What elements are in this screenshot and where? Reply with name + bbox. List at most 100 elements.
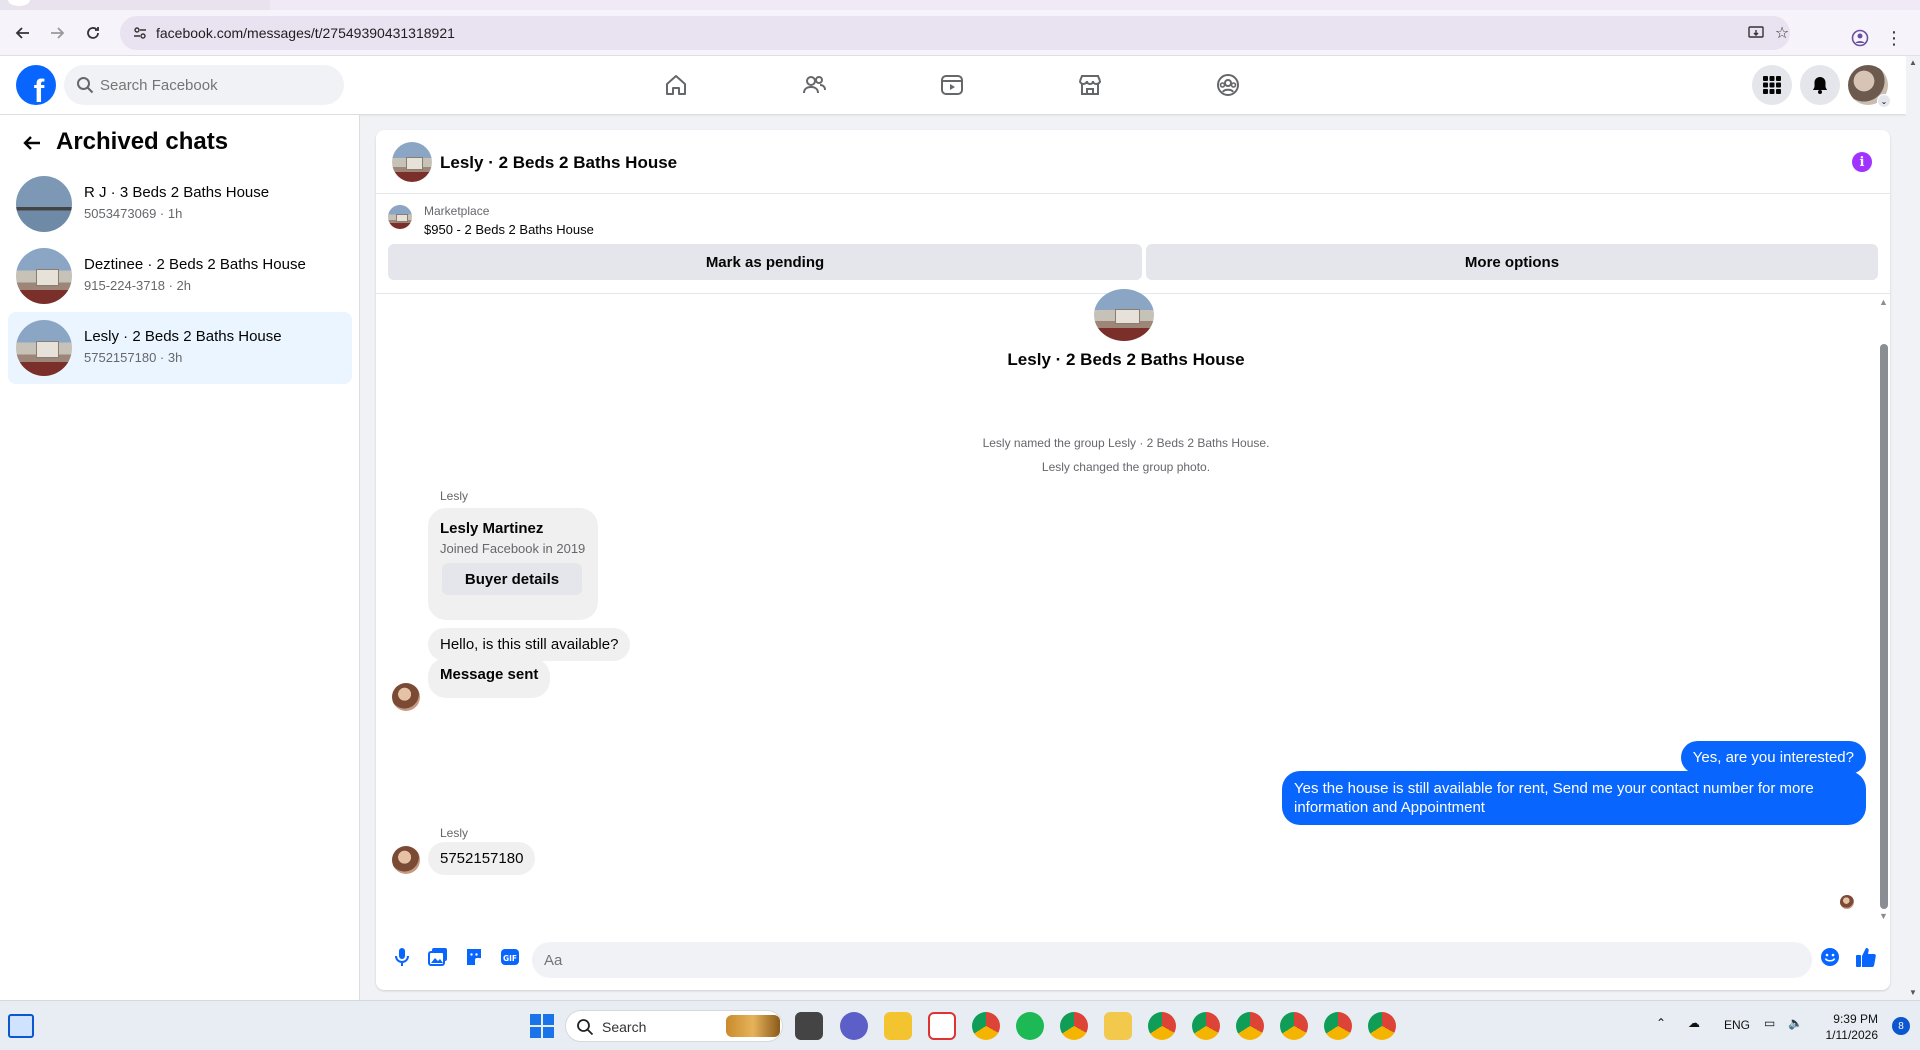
active-tab[interactable] bbox=[270, 0, 1920, 10]
language-indicator[interactable]: ENG bbox=[1724, 1018, 1750, 1032]
scroll-thumb[interactable] bbox=[1880, 344, 1888, 909]
browser-menu-icon[interactable]: ⋮ bbox=[1884, 28, 1904, 48]
chrome-profile-icon[interactable] bbox=[1148, 1012, 1176, 1040]
tray-chevron-up-icon[interactable]: ⌃ bbox=[1656, 1016, 1666, 1030]
facebook-logo-letter: f bbox=[33, 73, 45, 105]
tray-cloud-icon[interactable]: ☁ bbox=[1688, 1016, 1700, 1030]
microphone-icon[interactable] bbox=[390, 945, 414, 969]
chat-subtitle: 5752157180 · 3h bbox=[84, 350, 183, 365]
message-bubble-outgoing[interactable]: Yes the house is still available for ren… bbox=[1282, 771, 1866, 825]
reload-icon[interactable] bbox=[80, 20, 106, 46]
home-tab[interactable] bbox=[652, 66, 700, 104]
chrome-profile-icon[interactable] bbox=[1368, 1012, 1396, 1040]
facebook-search[interactable] bbox=[64, 65, 344, 105]
meet-chat-icon[interactable] bbox=[840, 1012, 868, 1040]
info-icon[interactable]: i bbox=[1852, 152, 1872, 172]
sender-label: Lesly bbox=[440, 489, 469, 503]
more-options-button[interactable]: More options bbox=[1146, 244, 1878, 280]
taskbar-search-label: Search bbox=[602, 1019, 647, 1035]
notification-badge[interactable]: 8 bbox=[1892, 1017, 1910, 1035]
video-tab[interactable] bbox=[928, 66, 976, 104]
page-scroll-up-icon[interactable]: ▲ bbox=[1909, 58, 1917, 67]
windows-taskbar: Search ⌃ ☁ ENG ▭ 🔈 9:39 PM 1/11/2026 8 bbox=[0, 1000, 1920, 1050]
search-input[interactable] bbox=[100, 65, 330, 105]
message-bubble-incoming[interactable]: 5752157180 bbox=[428, 842, 536, 875]
sticker-icon[interactable] bbox=[462, 945, 486, 969]
widgets-icon[interactable] bbox=[8, 1014, 34, 1038]
message-composer: GIF bbox=[376, 930, 1890, 990]
volume-icon[interactable]: 🔈 bbox=[1788, 1016, 1803, 1030]
clock-time: 9:39 PM bbox=[1833, 1012, 1878, 1026]
message-input[interactable] bbox=[544, 942, 1744, 978]
conversation-title[interactable]: Lesly · 2 Beds 2 Baths House bbox=[440, 153, 677, 173]
chat-avatar bbox=[16, 320, 72, 376]
chrome-profile-icon[interactable] bbox=[1324, 1012, 1352, 1040]
chat-subtitle: 5053473069 · 1h bbox=[84, 206, 183, 221]
profile-icon[interactable] bbox=[1850, 28, 1870, 48]
message-bubble-incoming[interactable]: Hello, is this still available? bbox=[428, 628, 631, 661]
scroll-down-icon[interactable]: ▼ bbox=[1879, 911, 1888, 921]
chrome-profile-icon[interactable] bbox=[1060, 1012, 1088, 1040]
task-view-icon[interactable] bbox=[795, 1012, 823, 1040]
install-app-icon[interactable] bbox=[1746, 23, 1766, 43]
site-info-icon[interactable] bbox=[132, 25, 148, 41]
group-name: Lesly · 2 Beds 2 Baths House bbox=[1007, 350, 1245, 369]
address-bar[interactable]: facebook.com/messages/t/2754939043131892… bbox=[120, 16, 1790, 50]
scroll-up-icon[interactable]: ▲ bbox=[1879, 297, 1888, 307]
menu-button[interactable] bbox=[1752, 65, 1792, 105]
chrome-profile-icon[interactable] bbox=[1236, 1012, 1264, 1040]
mark-as-pending-button[interactable]: Mark as pending bbox=[388, 244, 1142, 280]
sender-avatar[interactable] bbox=[392, 846, 420, 874]
facebook-header: f ⌄ bbox=[0, 56, 1906, 114]
listing-title[interactable]: $950 - 2 Beds 2 Baths House bbox=[424, 222, 594, 237]
account-avatar[interactable]: ⌄ bbox=[1848, 65, 1891, 108]
bookmark-star-icon[interactable]: ☆ bbox=[1772, 23, 1792, 43]
back-icon[interactable] bbox=[10, 20, 36, 46]
buyer-details-button[interactable]: Buyer details bbox=[442, 563, 582, 595]
conversation-avatar[interactable] bbox=[392, 142, 432, 182]
seen-receipt-avatar bbox=[1840, 895, 1854, 909]
message-input-box[interactable] bbox=[532, 942, 1812, 978]
page-scroll-down-icon[interactable]: ▼ bbox=[1909, 988, 1917, 997]
taskbar-search[interactable]: Search bbox=[565, 1010, 783, 1042]
groups-tab[interactable] bbox=[1204, 66, 1252, 104]
message-bubble-outgoing[interactable]: Yes, are you interested? bbox=[1680, 741, 1866, 774]
back-arrow-icon[interactable] bbox=[18, 129, 46, 157]
sender-avatar[interactable] bbox=[392, 683, 420, 711]
snipping-tool-icon[interactable] bbox=[928, 1012, 956, 1040]
forward-icon[interactable] bbox=[44, 20, 70, 46]
emoji-icon[interactable] bbox=[1818, 945, 1842, 969]
chat-subtitle: 915-224-3718 · 2h bbox=[84, 278, 191, 293]
url-text[interactable]: facebook.com/messages/t/2754939043131892… bbox=[156, 25, 455, 41]
chat-list-item-active[interactable]: Lesly · 2 Beds 2 Baths House 5752157180 … bbox=[8, 312, 352, 384]
sticky-notes-icon[interactable] bbox=[884, 1012, 912, 1040]
svg-text:GIF: GIF bbox=[503, 954, 517, 963]
chat-list-item[interactable]: R J · 3 Beds 2 Baths House 5053473069 · … bbox=[8, 168, 352, 240]
chrome-profile-icon[interactable] bbox=[1280, 1012, 1308, 1040]
facebook-logo[interactable]: f bbox=[16, 65, 56, 105]
windows-start-icon[interactable] bbox=[528, 1012, 556, 1040]
photo-icon[interactable] bbox=[426, 945, 450, 969]
listing-thumbnail[interactable] bbox=[388, 205, 412, 229]
chat-list-item[interactable]: Deztinee · 2 Beds 2 Baths House 915-224-… bbox=[8, 240, 352, 312]
chrome-icon[interactable] bbox=[972, 1012, 1000, 1040]
spotify-icon[interactable] bbox=[1016, 1012, 1044, 1040]
system-clock[interactable]: 9:39 PM 1/11/2026 bbox=[1826, 1011, 1879, 1043]
friends-tab[interactable] bbox=[790, 66, 838, 104]
marketplace-tab[interactable] bbox=[1066, 66, 1114, 104]
chat-name: Deztinee · 2 Beds 2 Baths House bbox=[84, 256, 306, 273]
chrome-profile-icon[interactable] bbox=[1192, 1012, 1220, 1040]
tab-strip bbox=[0, 0, 1920, 10]
file-explorer-icon[interactable] bbox=[1104, 1012, 1132, 1040]
notifications-button[interactable] bbox=[1800, 65, 1840, 105]
thread-scrollbar[interactable]: ▲ ▼ bbox=[1878, 297, 1888, 923]
tray-display-icon[interactable]: ▭ bbox=[1764, 1016, 1775, 1030]
message-bubble-incoming[interactable]: Message sent bbox=[428, 658, 551, 698]
like-thumbs-up-icon[interactable] bbox=[1854, 945, 1878, 969]
conversation-header: Lesly · 2 Beds 2 Baths House i bbox=[376, 130, 1890, 194]
page-scrollbar[interactable]: ▲ ▼ bbox=[1906, 56, 1920, 1000]
gif-icon[interactable]: GIF bbox=[498, 945, 522, 969]
marketplace-bar: Marketplace $950 - 2 Beds 2 Baths House … bbox=[376, 194, 1890, 294]
buyer-joined: Joined Facebook in 2019 bbox=[440, 541, 586, 556]
chevron-down-icon: ⌄ bbox=[1877, 94, 1891, 108]
